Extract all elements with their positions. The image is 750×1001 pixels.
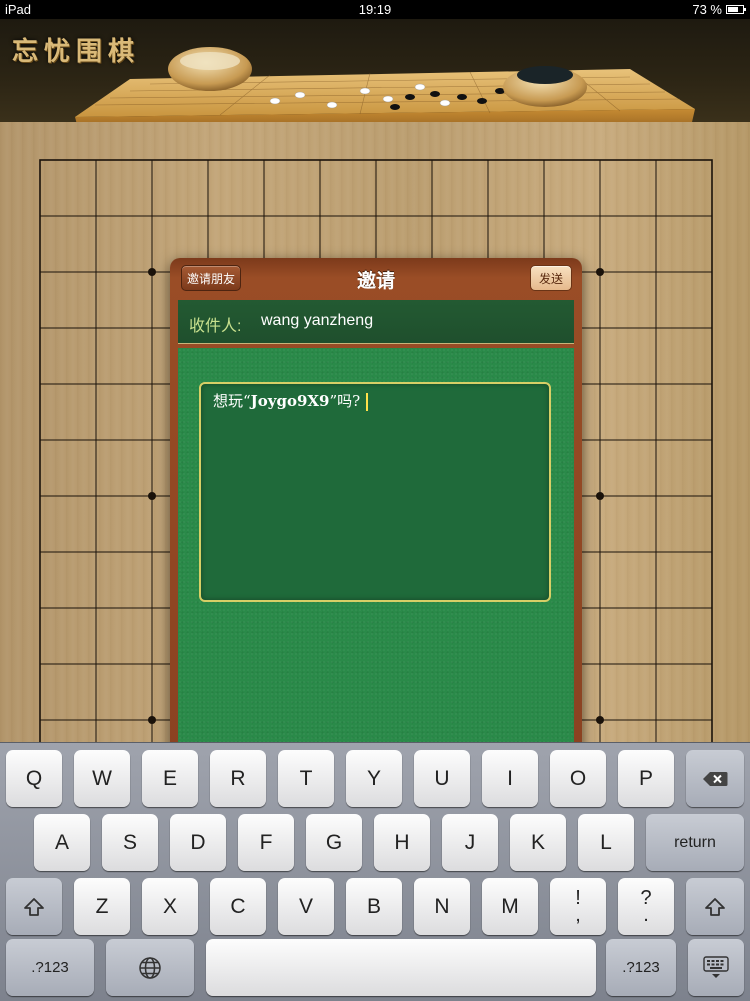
key-c[interactable]: C	[210, 878, 266, 935]
key-g[interactable]: G	[306, 814, 362, 871]
key-n[interactable]: N	[414, 878, 470, 935]
key-z[interactable]: Z	[74, 878, 130, 935]
star-point	[596, 268, 604, 276]
key-m[interactable]: M	[482, 878, 538, 935]
header-board-illustration	[75, 47, 695, 122]
status-bar: iPad 19:19 73 %	[0, 0, 750, 19]
send-button[interactable]: 发送	[530, 265, 572, 291]
message-prefix: 想玩“	[213, 392, 251, 410]
key-h[interactable]: H	[374, 814, 430, 871]
on-screen-keyboard: Q W E R T Y U I O P A S D F G H J K L re…	[0, 742, 750, 1001]
key-i[interactable]: I	[482, 750, 538, 807]
backspace-key[interactable]	[686, 750, 744, 807]
message-text: 想玩“Joygo9X9”吗?	[213, 390, 369, 411]
star-point	[148, 492, 156, 500]
key-period-label: .	[643, 903, 649, 926]
recipient-label: 收件人:	[189, 318, 242, 335]
star-point	[148, 268, 156, 276]
app-header-banner: 忘忧围棋	[0, 19, 750, 122]
key-f[interactable]: F	[238, 814, 294, 871]
key-j[interactable]: J	[442, 814, 498, 871]
key-y[interactable]: Y	[346, 750, 402, 807]
key-q[interactable]: Q	[6, 750, 62, 807]
message-input[interactable]: 想玩“Joygo9X9”吗?	[199, 382, 551, 602]
key-b[interactable]: B	[346, 878, 402, 935]
invite-dialog: 邀请朋友 邀请 发送 收件人: wang yanzheng 想玩“Joygo9X…	[170, 258, 582, 758]
key-a[interactable]: A	[34, 814, 90, 871]
key-k[interactable]: K	[510, 814, 566, 871]
key-p[interactable]: P	[618, 750, 674, 807]
key-exclaim-comma[interactable]: !,	[550, 878, 606, 935]
left-shift-key[interactable]	[6, 878, 62, 935]
key-question-period[interactable]: ?.	[618, 878, 674, 935]
message-area: 想玩“Joygo9X9”吗?	[178, 348, 574, 758]
key-w[interactable]: W	[74, 750, 130, 807]
return-key[interactable]: return	[646, 814, 744, 871]
shift-icon	[705, 897, 725, 916]
globe-key[interactable]	[106, 939, 194, 996]
battery-icon	[726, 5, 746, 14]
key-r[interactable]: R	[210, 750, 266, 807]
status-time: 19:19	[358, 2, 392, 17]
key-o[interactable]: O	[550, 750, 606, 807]
recipient-field[interactable]: 收件人: wang yanzheng	[178, 300, 574, 344]
key-v[interactable]: V	[278, 878, 334, 935]
key-s[interactable]: S	[102, 814, 158, 871]
battery-percent: 73 %	[692, 2, 722, 17]
dismiss-keyboard-key[interactable]	[688, 939, 744, 996]
globe-icon	[139, 956, 161, 979]
key-t[interactable]: T	[278, 750, 334, 807]
key-u[interactable]: U	[414, 750, 470, 807]
shift-icon	[24, 897, 44, 916]
key-l[interactable]: L	[578, 814, 634, 871]
numbers-key-left[interactable]: .?123	[6, 939, 94, 996]
recipient-value[interactable]: wang yanzheng	[261, 312, 373, 330]
star-point	[596, 492, 604, 500]
star-point	[148, 716, 156, 724]
keyboard-dismiss-icon	[703, 955, 729, 978]
key-d[interactable]: D	[170, 814, 226, 871]
text-cursor	[366, 393, 369, 411]
battery-fill	[728, 7, 738, 12]
message-game-name: Joygo9X9	[250, 392, 330, 410]
right-shift-key[interactable]	[686, 878, 744, 935]
backspace-icon	[703, 771, 728, 786]
dialog-title: 邀请	[356, 271, 395, 292]
dialog-titlebar: 邀请朋友 邀请 发送	[170, 258, 582, 300]
message-suffix: ”吗?	[329, 392, 361, 410]
battery-indicator: 73 %	[692, 0, 746, 19]
key-x[interactable]: X	[142, 878, 198, 935]
star-point	[596, 716, 604, 724]
key-e[interactable]: E	[142, 750, 198, 807]
space-key[interactable]	[206, 939, 596, 996]
key-comma-label: ,	[575, 903, 581, 926]
numbers-key-right[interactable]: .?123	[606, 939, 676, 996]
